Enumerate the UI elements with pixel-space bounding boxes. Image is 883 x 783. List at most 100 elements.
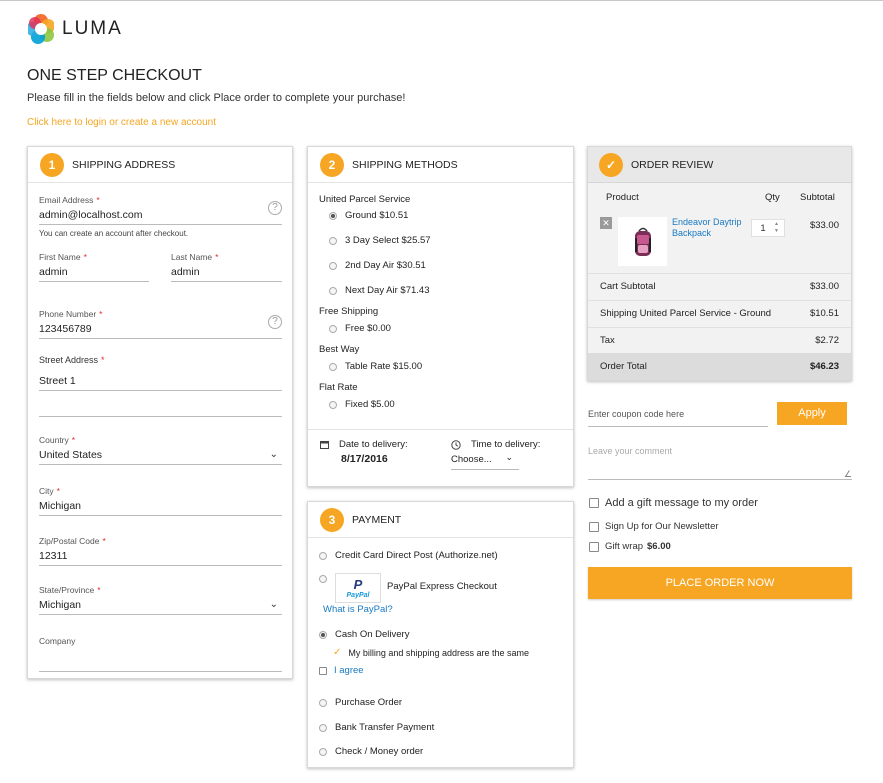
login-link[interactable]: Click here to login or create a new acco…: [27, 117, 216, 128]
shipping-methods-header: 2 SHIPPING METHODS: [308, 147, 573, 183]
first-name-field-group: First Name * admin: [39, 252, 149, 282]
email-field-group: Email Address * admin@localhost.com ? You…: [39, 195, 282, 238]
phone-field[interactable]: 123456789: [39, 319, 282, 339]
checkbox[interactable]: [589, 521, 599, 532]
payment-header: 3 PAYMENT: [308, 502, 573, 538]
apply-coupon-button[interactable]: Apply: [777, 402, 847, 425]
payment-option[interactable]: Credit Card Direct Post (Authorize.net): [319, 550, 498, 561]
help-icon[interactable]: ?: [268, 201, 282, 215]
qty-decrement-icon[interactable]: ▼: [774, 228, 779, 235]
totals-label: Shipping United Parcel Service - Ground: [600, 308, 772, 319]
shipping-address-panel: 1 SHIPPING ADDRESS Email Address * admin@…: [27, 146, 293, 679]
order-total-value: $46.23: [809, 361, 839, 372]
state-select[interactable]: Michigan: [39, 595, 282, 615]
company-field[interactable]: [39, 652, 282, 672]
payment-option[interactable]: P PayPal PayPal Express Checkout: [319, 573, 497, 603]
paypal-logo-text: PayPal: [346, 592, 370, 599]
payment-option[interactable]: Purchase Order: [319, 697, 402, 708]
shipping-option[interactable]: Ground $10.51: [329, 210, 408, 221]
delivery-date-value[interactable]: 8/17/2016: [341, 453, 388, 465]
last-name-field[interactable]: admin: [171, 262, 282, 282]
gift-wrap-checkbox[interactable]: Gift wrap $6.00: [589, 541, 671, 552]
checkbox[interactable]: [589, 541, 599, 552]
shipping-address-header: 1 SHIPPING ADDRESS: [28, 147, 292, 183]
radio-button[interactable]: [329, 236, 337, 245]
street-line2-field[interactable]: [39, 397, 282, 417]
what-is-paypal-link[interactable]: What is PayPal?: [323, 604, 393, 615]
radio-button[interactable]: [329, 362, 337, 371]
zip-field[interactable]: 12311: [39, 546, 282, 566]
radio-button[interactable]: [319, 575, 327, 583]
checkbox[interactable]: [319, 666, 327, 675]
gift-message-checkbox[interactable]: Add a gift message to my order: [589, 497, 758, 509]
email-field[interactable]: admin@localhost.com: [39, 205, 282, 225]
remove-item-icon[interactable]: ✕: [600, 217, 612, 229]
radio-button[interactable]: [319, 551, 327, 560]
radio-button[interactable]: [329, 286, 337, 295]
radio-button[interactable]: [329, 324, 337, 333]
payment-option-label: Credit Card Direct Post (Authorize.net): [335, 550, 498, 561]
shipping-group-label: Flat Rate: [319, 382, 358, 393]
order-review-body: Product Qty Subtotal ✕ Endeavor Daytrip …: [588, 183, 851, 380]
resize-handle-icon[interactable]: ∠: [844, 470, 852, 479]
radio-button[interactable]: [319, 630, 327, 639]
payment-option-label: Purchase Order: [335, 697, 403, 708]
radio-button[interactable]: [319, 747, 327, 756]
zip-field-group: Zip/Postal Code * 12311: [39, 536, 282, 566]
radio-button[interactable]: [329, 261, 337, 270]
qty-increment-icon[interactable]: ▲: [774, 221, 779, 228]
shipping-option[interactable]: Next Day Air $71.43: [329, 285, 430, 296]
billing-same-checkbox[interactable]: ✓ My billing and shipping address are th…: [333, 647, 529, 658]
time-select[interactable]: Choose... ⌄: [451, 452, 519, 470]
gift-message-label: Add a gift message to my order: [605, 497, 758, 509]
coupon-input[interactable]: Enter coupon code here: [588, 403, 768, 427]
payment-option[interactable]: Check / Money order: [319, 746, 423, 757]
radio-button[interactable]: [319, 723, 327, 732]
checkbox[interactable]: [589, 498, 599, 508]
agree-checkbox[interactable]: I agree: [319, 665, 364, 676]
shipping-group-label: United Parcel Service: [319, 194, 411, 205]
shipping-option[interactable]: 3 Day Select $25.57: [329, 235, 431, 246]
luma-logo[interactable]: LUMA: [28, 14, 123, 44]
time-select-value: Choose...: [451, 454, 492, 465]
payment-option-label: Check / Money order: [335, 746, 424, 757]
help-icon[interactable]: ?: [268, 315, 282, 329]
shipping-option[interactable]: 2nd Day Air $30.51: [329, 260, 426, 271]
shipping-option-label: 2nd Day Air $30.51: [345, 260, 426, 271]
payment-option[interactable]: Bank Transfer Payment: [319, 722, 434, 733]
paypal-icon: P: [353, 577, 363, 592]
qty-stepper[interactable]: 1 ▲ ▼: [751, 219, 785, 237]
radio-button[interactable]: [329, 400, 337, 409]
comment-textarea[interactable]: Leave your comment ∠: [588, 440, 852, 480]
shipping-option-label: Ground $10.51: [345, 210, 409, 221]
company-field-group: Company: [39, 636, 282, 672]
shipping-methods-title: SHIPPING METHODS: [352, 158, 458, 171]
divider: [588, 327, 851, 328]
radio-button[interactable]: [319, 698, 327, 707]
totals-label: Tax: [600, 335, 615, 346]
radio-button[interactable]: [329, 211, 337, 220]
order-total-label: Order Total: [600, 361, 647, 372]
first-name-field[interactable]: admin: [39, 262, 149, 282]
shipping-option-label: Next Day Air $71.43: [345, 285, 430, 296]
shipping-option[interactable]: Table Rate $15.00: [329, 361, 422, 372]
shipping-option[interactable]: Fixed $5.00: [329, 399, 395, 410]
payment-option[interactable]: Cash On Delivery: [319, 629, 409, 640]
check-icon: ✓: [333, 647, 342, 658]
product-name[interactable]: Endeavor Daytrip Backpack: [672, 217, 747, 239]
street-label: Street Address: [39, 355, 99, 365]
country-select[interactable]: United States: [39, 445, 282, 465]
city-field[interactable]: Michigan: [39, 496, 282, 516]
place-order-button[interactable]: PLACE ORDER NOW: [588, 567, 852, 599]
street-field-group: Street Address * Street 1: [39, 355, 282, 417]
order-review-panel: ✓ ORDER REVIEW Product Qty Subtotal ✕ En…: [587, 146, 852, 381]
column-subtotal: Subtotal: [800, 192, 835, 203]
column-product: Product: [606, 192, 639, 203]
newsletter-checkbox[interactable]: Sign Up for Our Newsletter: [589, 521, 719, 532]
shipping-option[interactable]: Free $0.00: [329, 323, 391, 334]
payment-option-label: PayPal Express Checkout: [387, 581, 497, 592]
state-field-group: State/Province * Michigan ⌄: [39, 585, 282, 615]
step-number: 3: [320, 507, 344, 532]
check-icon: ✓: [599, 152, 623, 177]
street-line1-field[interactable]: Street 1: [39, 371, 282, 391]
